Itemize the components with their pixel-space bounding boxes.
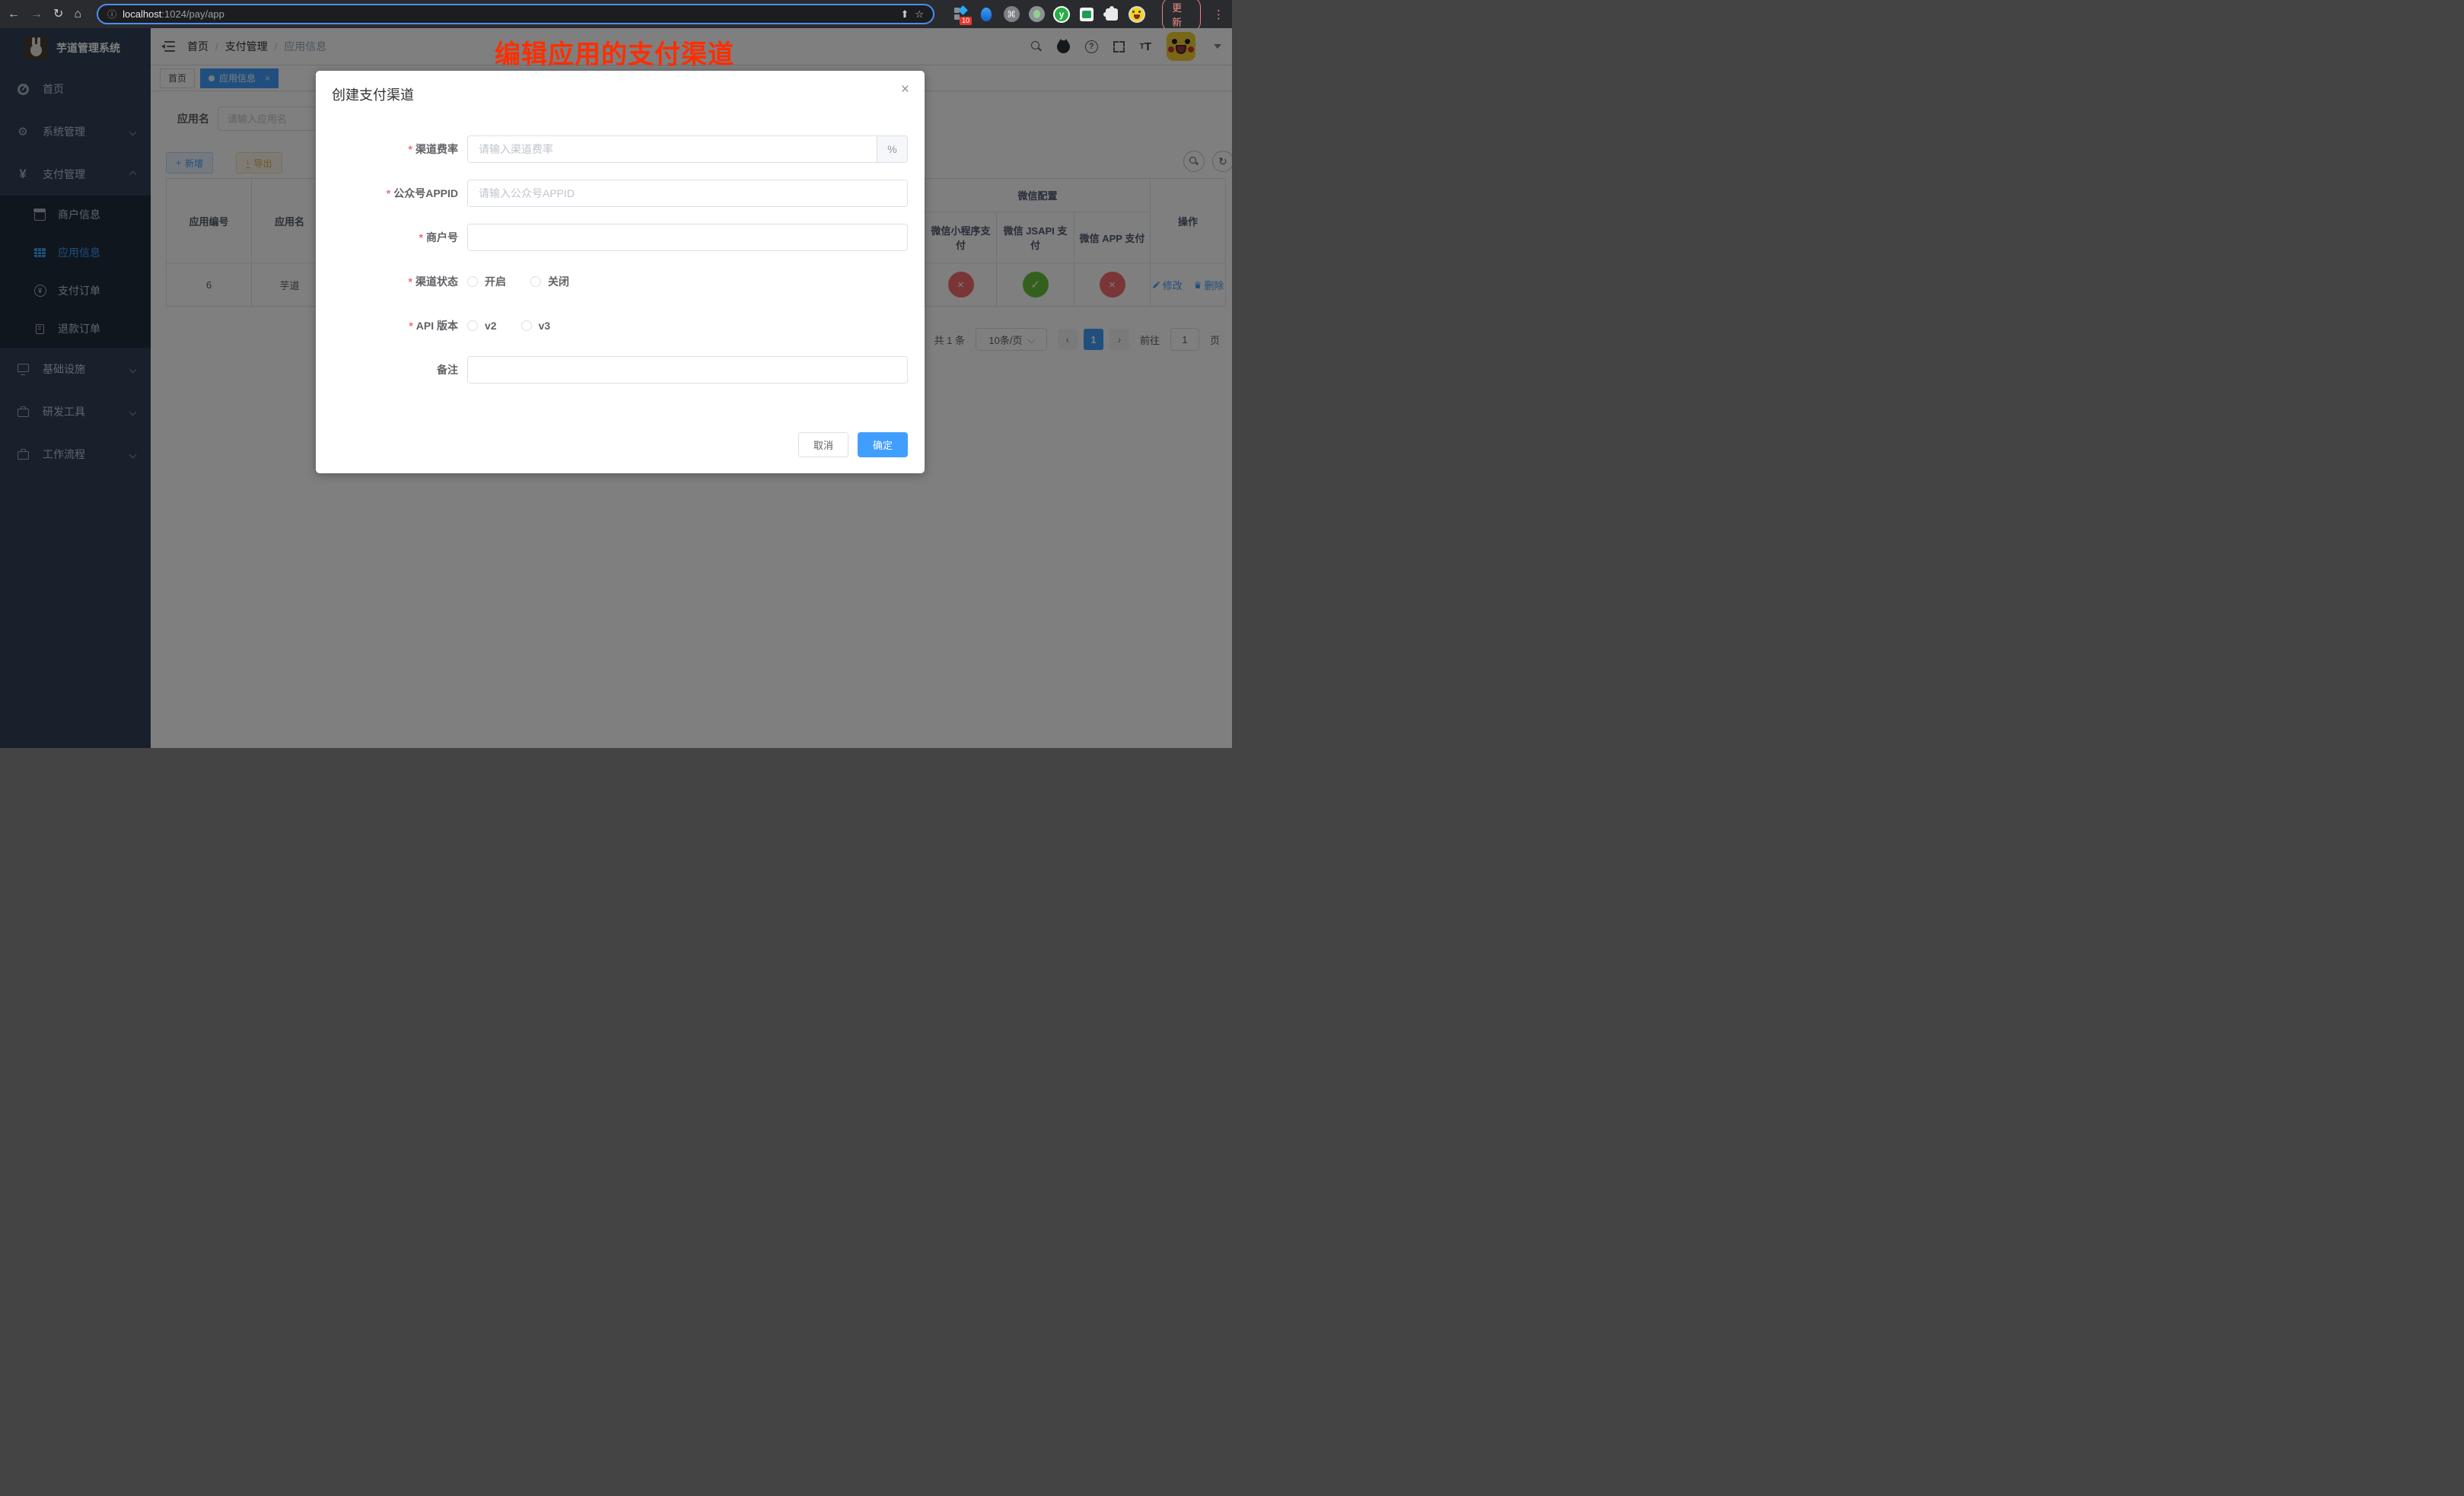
browser-back-icon[interactable]: ← — [8, 8, 20, 21]
api-v3-label[interactable]: v3 — [539, 320, 551, 332]
browser-menu-icon[interactable]: ⋮ — [1213, 8, 1224, 21]
merchant-label: 商户号 — [426, 230, 458, 245]
profile-emoji-icon[interactable] — [1129, 6, 1145, 23]
extension-record-icon[interactable] — [1028, 6, 1045, 23]
browser-reload-icon[interactable]: ↻ — [53, 8, 63, 21]
remark-label: 备注 — [437, 362, 458, 377]
extension-icon[interactable]: 10 — [953, 6, 969, 23]
browser-forward-icon[interactable]: → — [30, 8, 43, 21]
status-open-radio[interactable] — [467, 276, 478, 287]
appid-input[interactable] — [468, 180, 907, 206]
status-open-label[interactable]: 开启 — [485, 274, 506, 289]
dialog-footer: 取消 确定 — [798, 432, 908, 457]
extension-command-icon[interactable]: ⌘ — [1003, 6, 1020, 23]
rate-label: 渠道费率 — [415, 142, 458, 157]
api-v2-label[interactable]: v2 — [485, 320, 497, 332]
url-path: :1024/pay/app — [161, 8, 224, 20]
dialog-title: 创建支付渠道 — [332, 84, 414, 104]
form-row-rate: *渠道费率 % — [316, 135, 925, 163]
merchant-input-wrap — [467, 224, 908, 251]
status-label: 渠道状态 — [415, 274, 458, 289]
form-row-merchant: *商户号 — [316, 224, 925, 251]
form-row-api: *API 版本 v2 v3 — [316, 312, 925, 339]
percent-suffix: % — [877, 136, 907, 162]
browser-update-button[interactable]: 更新 — [1162, 0, 1201, 32]
browser-extensions: 10 ⌘ y — [953, 6, 1145, 23]
form-row-remark: 备注 — [316, 356, 925, 384]
close-icon[interactable]: × — [901, 81, 909, 98]
rate-input[interactable] — [468, 136, 877, 162]
api-v2-radio[interactable] — [467, 320, 478, 331]
api-v3-radio[interactable] — [521, 320, 532, 331]
site-info-icon[interactable]: ⓘ — [107, 8, 116, 21]
cancel-button[interactable]: 取消 — [798, 432, 848, 457]
api-label: API 版本 — [416, 318, 458, 333]
share-icon[interactable]: ⬆ — [901, 8, 909, 21]
api-radio-group: v2 v3 — [467, 312, 550, 339]
merchant-input[interactable] — [468, 224, 907, 250]
create-pay-channel-dialog: 创建支付渠道 × *渠道费率 % *公众号APPID *商户号 *渠道状态 — [316, 71, 925, 473]
form-row-appid: *公众号APPID — [316, 180, 925, 207]
extension-chat-icon[interactable] — [1078, 6, 1095, 23]
annotation-text: 编辑应用的支付渠道 — [495, 33, 734, 71]
screen: ← → ↻ ⌂ ⓘ localhost:1024/pay/app ⬆ ☆ 10 … — [0, 0, 1232, 748]
rate-input-wrap: % — [467, 135, 908, 163]
browser-toolbar: ← → ↻ ⌂ ⓘ localhost:1024/pay/app ⬆ ☆ 10 … — [0, 0, 1232, 28]
extension-balloon-icon[interactable] — [978, 6, 995, 23]
appid-label: 公众号APPID — [393, 186, 458, 201]
form-row-status: *渠道状态 开启 关闭 — [316, 268, 925, 295]
browser-home-icon[interactable]: ⌂ — [74, 8, 81, 21]
status-closed-radio[interactable] — [530, 276, 541, 287]
status-radio-group: 开启 关闭 — [467, 268, 569, 295]
bookmark-star-icon[interactable]: ☆ — [915, 8, 924, 21]
extension-badge: 10 — [960, 17, 972, 25]
address-bar[interactable]: ⓘ localhost:1024/pay/app ⬆ ☆ — [97, 4, 934, 24]
extensions-puzzle-icon[interactable] — [1103, 6, 1120, 23]
appid-input-wrap — [467, 180, 908, 207]
extension-y-icon[interactable]: y — [1053, 6, 1070, 23]
remark-input-wrap — [467, 356, 908, 384]
confirm-button[interactable]: 确定 — [858, 432, 908, 457]
remark-input[interactable] — [468, 357, 907, 383]
status-closed-label[interactable]: 关闭 — [548, 274, 569, 289]
url-host: localhost — [123, 8, 161, 20]
